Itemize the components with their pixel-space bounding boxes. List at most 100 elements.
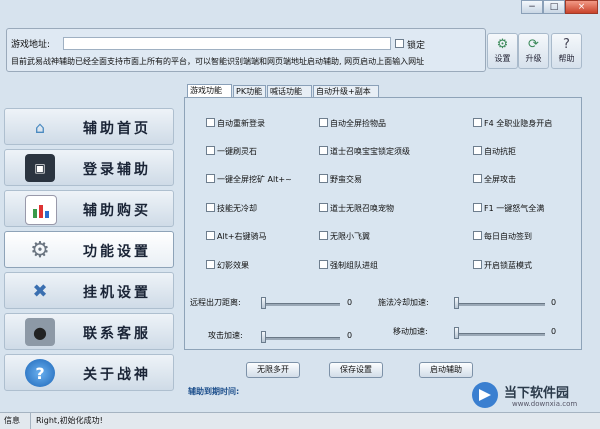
- checkbox[interactable]: [319, 260, 328, 269]
- checkbox[interactable]: [473, 174, 482, 183]
- checkbox[interactable]: [206, 260, 215, 269]
- status-message: Right,初始化成功!: [36, 416, 103, 425]
- sidebar-item-settings[interactable]: ⚙ 功能设置: [4, 231, 174, 268]
- checkbox[interactable]: [319, 203, 328, 212]
- cast-cooldown-slider[interactable]: [457, 303, 545, 306]
- checkbox[interactable]: [206, 231, 215, 240]
- option-checkbox[interactable]: 全屏攻击: [473, 174, 516, 185]
- checkbox[interactable]: [473, 203, 482, 212]
- slider-value: 0: [551, 298, 557, 307]
- sidebar: ⌂ 辅助首页 ▣ 登录辅助 辅助购买 ⚙ 功能设置 ✖ 挂机设置 ● 联系客服 …: [0, 104, 176, 394]
- sidebar-item-hangup[interactable]: ✖ 挂机设置: [4, 272, 174, 309]
- slider-thumb[interactable]: [261, 331, 266, 343]
- gear-icon: ⚙: [30, 237, 50, 263]
- option-label: 一键刷灵石: [217, 147, 257, 156]
- option-checkbox[interactable]: 技能无冷却: [206, 203, 257, 214]
- option-checkbox[interactable]: F1 一键怒气全满: [473, 203, 545, 214]
- slider-thumb[interactable]: [261, 297, 266, 309]
- watermark-logo: 当下软件园 www.downxia.com: [470, 378, 598, 412]
- option-checkbox[interactable]: 自动全屏捡物品: [319, 118, 386, 129]
- slider-thumb[interactable]: [454, 327, 459, 339]
- slider-thumb[interactable]: [454, 297, 459, 309]
- slider-label: 攻击加速:: [208, 331, 243, 340]
- game-url-input[interactable]: [63, 37, 391, 50]
- launch-assist-button[interactable]: 启动辅助: [419, 362, 473, 378]
- status-info-label: 信息: [4, 416, 20, 425]
- option-checkbox[interactable]: 一键全屏挖矿 Alt+~: [206, 174, 292, 185]
- url-label: 游戏地址:: [11, 40, 51, 50]
- attack-speed-slider[interactable]: [264, 337, 340, 340]
- option-checkbox[interactable]: 道士召唤宝宝锁定须级: [319, 146, 410, 157]
- checkbox[interactable]: [473, 231, 482, 240]
- refresh-icon: ⟳: [528, 37, 539, 52]
- notice-text: 目前武易战神辅助已经全面支持市面上所有的平台，可以智能识别端端和网页端地址启动辅…: [11, 57, 425, 66]
- option-checkbox[interactable]: 无限小飞翼: [319, 231, 370, 242]
- home-icon: ⌂: [34, 117, 46, 137]
- option-label: 道士召唤宝宝锁定须级: [330, 147, 410, 156]
- sidebar-item-about[interactable]: ? 关于战神: [4, 354, 174, 391]
- option-label: 强制组队进组: [330, 261, 378, 270]
- expire-time-label: 辅助到期时间:: [188, 387, 240, 396]
- checkbox[interactable]: [473, 118, 482, 127]
- bar-chart-icon: [25, 195, 57, 225]
- option-checkbox[interactable]: 一键刷灵石: [206, 146, 257, 157]
- option-label: 无限小飞翼: [330, 232, 370, 241]
- status-bar: 信息 Right,初始化成功!: [0, 412, 600, 429]
- option-checkbox[interactable]: 幻影效果: [206, 260, 249, 271]
- watermark-icon: [472, 382, 498, 408]
- range-attack-distance-slider[interactable]: [264, 303, 340, 306]
- checkbox[interactable]: [319, 146, 328, 155]
- slider-label: 远程出刀距离:: [190, 298, 241, 307]
- option-label: 幻影效果: [217, 261, 249, 270]
- option-checkbox[interactable]: 开启锁蓝模式: [473, 260, 532, 271]
- option-label: 一键全屏挖矿 Alt+~: [217, 175, 292, 184]
- monitor-icon: ▣: [25, 154, 55, 182]
- close-button[interactable]: ×: [565, 0, 598, 14]
- option-label: 野蛮交易: [330, 175, 362, 184]
- option-checkbox[interactable]: 道士无限召唤宠物: [319, 203, 394, 214]
- lock-label: 锁定: [407, 41, 426, 51]
- sidebar-item-purchase[interactable]: 辅助购买: [4, 190, 174, 227]
- checkbox[interactable]: [206, 146, 215, 155]
- checkbox[interactable]: [319, 231, 328, 240]
- option-label: 自动重新登录: [217, 119, 265, 128]
- restore-icon: □: [549, 2, 559, 12]
- sidebar-item-support[interactable]: ● 联系客服: [4, 313, 174, 350]
- restore-button[interactable]: □: [543, 0, 565, 14]
- checkbox[interactable]: [473, 260, 482, 269]
- save-settings-button[interactable]: 保存设置: [329, 362, 383, 378]
- question-icon: ?: [25, 359, 55, 387]
- help-button[interactable]: ? 帮助: [551, 33, 582, 69]
- option-label: 道士无限召唤宠物: [330, 204, 394, 213]
- option-label: F4 全职业隐身开启: [484, 119, 553, 128]
- option-label: 技能无冷却: [217, 204, 257, 213]
- slider-value: 0: [551, 327, 557, 336]
- option-label: F1 一键怒气全满: [484, 204, 545, 213]
- option-checkbox[interactable]: 强制组队进组: [319, 260, 378, 271]
- checkbox[interactable]: [319, 174, 328, 183]
- option-checkbox[interactable]: 自动重新登录: [206, 118, 265, 129]
- option-checkbox[interactable]: 每日自动签到: [473, 231, 532, 242]
- checkbox[interactable]: [473, 146, 482, 155]
- option-checkbox[interactable]: 野蛮交易: [319, 174, 362, 185]
- option-checkbox[interactable]: F4 全职业隐身开启: [473, 118, 553, 129]
- slider-label: 移动加速:: [393, 327, 428, 336]
- checkbox[interactable]: [319, 118, 328, 127]
- option-checkbox[interactable]: Alt+右键骑马: [206, 231, 267, 242]
- slider-label: 施法冷却加速:: [378, 298, 429, 307]
- unlimited-multi-open-button[interactable]: 无限多开: [246, 362, 300, 378]
- sidebar-item-home[interactable]: ⌂ 辅助首页: [4, 108, 174, 145]
- sidebar-item-login[interactable]: ▣ 登录辅助: [4, 149, 174, 186]
- tab-game[interactable]: 游戏功能: [187, 84, 232, 98]
- option-label: 全屏攻击: [484, 175, 516, 184]
- checkbox[interactable]: [206, 118, 215, 127]
- option-checkbox[interactable]: 自动抗拒: [473, 146, 516, 157]
- upgrade-button[interactable]: ⟳ 升级: [518, 33, 549, 69]
- move-speed-slider[interactable]: [457, 333, 545, 336]
- minimize-button[interactable]: −: [521, 0, 543, 14]
- settings-button[interactable]: ⚙ 设置: [487, 33, 518, 69]
- lock-checkbox[interactable]: [395, 39, 404, 48]
- checkbox[interactable]: [206, 174, 215, 183]
- checkbox[interactable]: [206, 203, 215, 212]
- option-label: Alt+右键骑马: [217, 232, 267, 241]
